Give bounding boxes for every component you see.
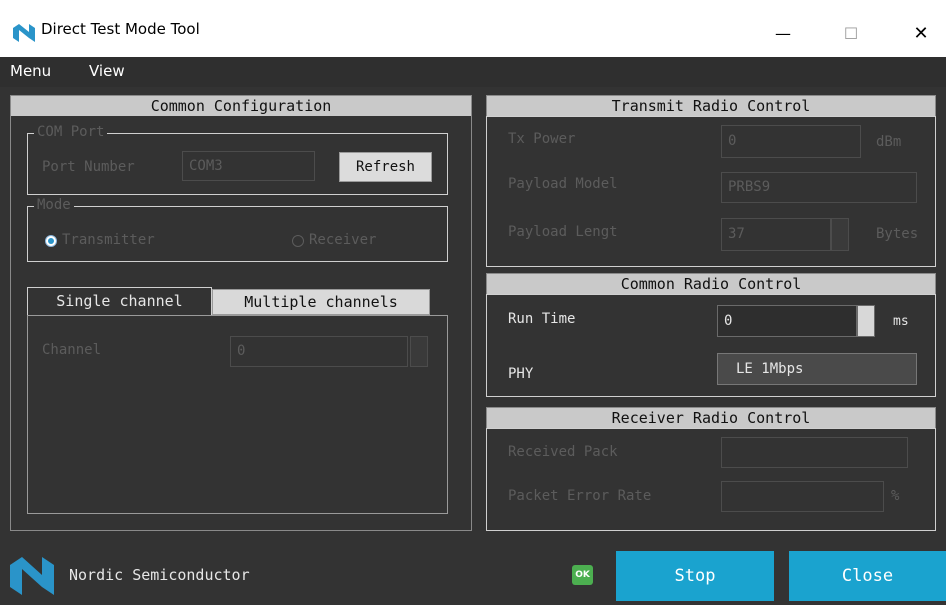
radio-receiver[interactable] — [292, 235, 304, 247]
channel-label: Channel — [42, 342, 102, 358]
nordic-logo-icon — [10, 557, 54, 595]
title-bar: Direct Test Mode Tool — ☐ ✕ — [0, 0, 946, 57]
tab-multiple-channels[interactable]: Multiple channels — [212, 289, 430, 315]
transmitter-label: Transmitter — [62, 232, 155, 248]
tx-power-label: Tx Power — [508, 131, 576, 147]
close-icon: ✕ — [913, 22, 929, 44]
tab-single-channel[interactable]: Single channel — [27, 287, 212, 315]
minimize-icon: — — [775, 23, 791, 43]
run-time-spinner[interactable] — [857, 305, 875, 337]
received-packets-field[interactable] — [721, 437, 908, 468]
channel-field[interactable]: 0 — [230, 336, 408, 367]
menu-item-view[interactable]: View — [89, 62, 125, 80]
run-time-unit: ms — [893, 314, 909, 329]
per-unit: % — [891, 488, 900, 504]
maximize-button[interactable]: ☐ — [828, 14, 874, 52]
tx-power-unit: dBm — [876, 134, 902, 150]
channel-spinner[interactable] — [410, 336, 428, 367]
company-name: Nordic Semiconductor — [69, 566, 250, 584]
packet-error-rate-label: Packet Error Rate — [508, 488, 652, 504]
receiver-label: Receiver — [309, 232, 377, 248]
port-number-label: Port Number — [42, 159, 135, 175]
group-title: Mode — [34, 197, 74, 213]
stop-button[interactable]: Stop — [616, 551, 774, 601]
phy-select[interactable]: LE 1Mbps — [717, 353, 917, 385]
run-time-field[interactable]: 0 — [717, 305, 857, 337]
tx-power-field[interactable]: 0 — [721, 125, 861, 158]
minimize-button[interactable]: — — [760, 14, 806, 52]
payload-length-label: Payload Lengt — [508, 224, 618, 240]
close-window-button[interactable]: ✕ — [898, 14, 944, 52]
ok-status-icon: OK — [572, 565, 593, 585]
panel-title: Common Radio Control — [487, 274, 935, 294]
panel-title: Transmit Radio Control — [487, 96, 935, 116]
close-button[interactable]: Close — [789, 551, 946, 601]
payload-length-unit: Bytes — [876, 226, 919, 242]
panel-title: Common Configuration — [11, 96, 471, 116]
panel-title: Receiver Radio Control — [487, 408, 935, 428]
refresh-button[interactable]: Refresh — [339, 152, 432, 182]
phy-label: PHY — [508, 366, 534, 382]
packet-error-rate-field[interactable] — [721, 481, 884, 512]
payload-length-spinner[interactable] — [831, 218, 849, 251]
menu-item-menu[interactable]: Menu — [10, 62, 51, 80]
received-packets-label: Received Pack — [508, 444, 618, 460]
payload-model-select[interactable]: PRBS9 — [721, 172, 917, 203]
group-title: COM Port — [34, 124, 108, 140]
nordic-logo-icon — [13, 24, 35, 42]
window-title: Direct Test Mode Tool — [41, 20, 200, 38]
payload-length-field[interactable]: 37 — [721, 218, 831, 251]
maximize-icon: ☐ — [843, 23, 859, 43]
run-time-label: Run Time — [508, 311, 576, 327]
menu-bar: Menu View — [0, 57, 946, 87]
payload-model-label: Payload Model — [508, 176, 618, 192]
port-number-field[interactable]: COM3 — [182, 151, 315, 181]
radio-transmitter[interactable] — [45, 235, 57, 247]
